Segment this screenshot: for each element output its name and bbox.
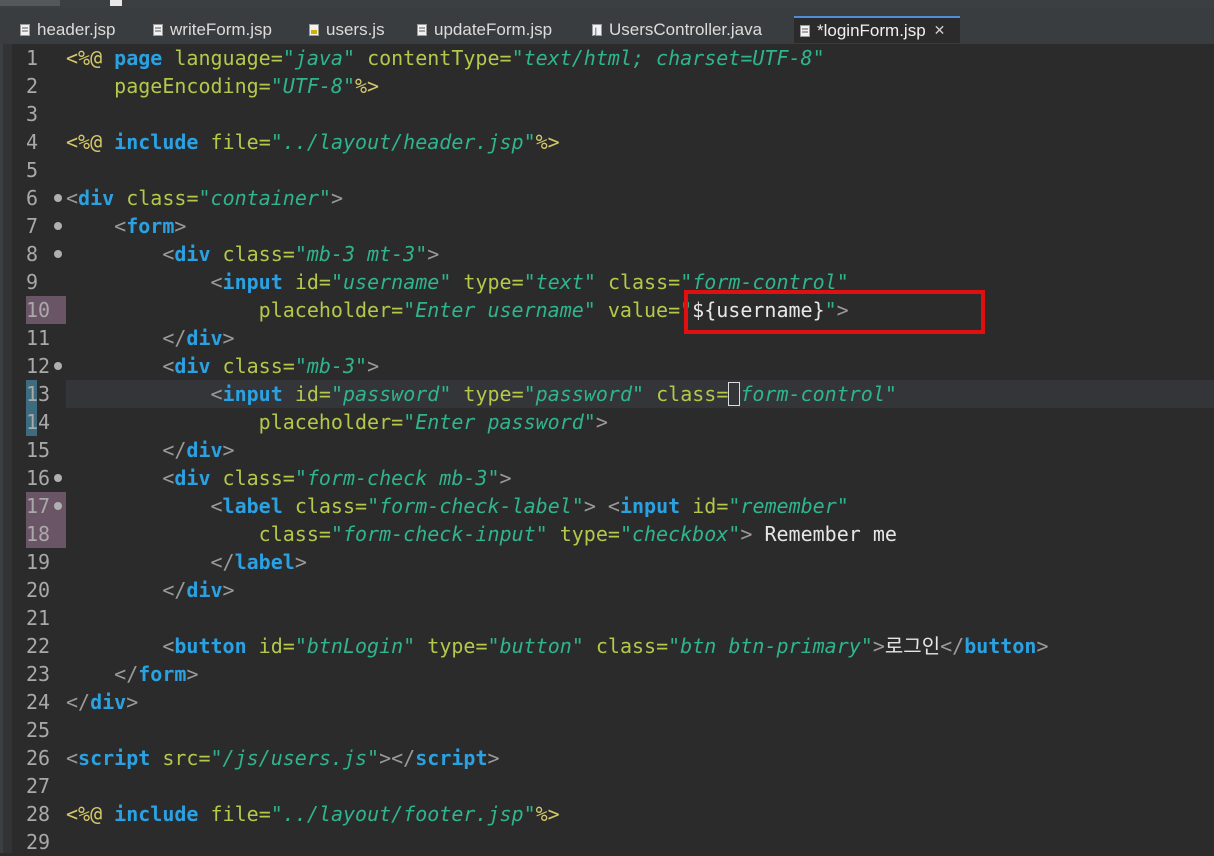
jsp-file-icon xyxy=(417,24,427,36)
code-editor[interactable]: <%@ page language="java" contentType="te… xyxy=(66,44,1214,853)
line-number: 28 xyxy=(26,802,51,826)
code-line-19: </label> xyxy=(210,550,307,574)
fold-toggle-icon[interactable] xyxy=(54,502,62,510)
code-line-24: </div> xyxy=(66,690,139,714)
tab-label: updateForm.jsp xyxy=(434,20,553,39)
toolbar-remnant xyxy=(0,0,60,6)
line-number: 3 xyxy=(26,102,39,126)
code-line-14: placeholder="Enter password"> xyxy=(258,410,608,434)
svg-text:J: J xyxy=(594,27,598,36)
tab-label: header.jsp xyxy=(37,20,116,39)
line-number: 18 xyxy=(26,520,66,548)
code-line-28: <%@ include file="../layout/footer.jsp"%… xyxy=(66,802,560,826)
line-number: 4 xyxy=(26,130,39,154)
line-number: 26 xyxy=(26,746,51,770)
line-number: 22 xyxy=(26,634,51,658)
code-line-16: <div class="form-check mb-3"> xyxy=(162,466,512,490)
line-number-gutter: 1 2 3 4 5 6 7 8 9 10 11 12 13 14 15 16 17 18 19 20 21 22 23 24 2… xyxy=(12,44,66,854)
tab-loginform-jsp[interactable]: *loginForm.jsp ✕ xyxy=(794,16,960,43)
code-line-26: <script src="/js/users.js"></script> xyxy=(66,746,500,770)
code-line-12: <div class="mb-3"> xyxy=(162,354,380,378)
line-number: 24 xyxy=(26,690,51,714)
line-number: 10 xyxy=(26,296,66,324)
fold-toggle-icon[interactable] xyxy=(54,474,62,482)
jsp-file-icon xyxy=(20,24,30,36)
fold-toggle-icon[interactable] xyxy=(54,194,62,202)
code-line-20: </div> xyxy=(162,578,235,602)
fold-toggle-icon[interactable] xyxy=(54,362,62,370)
line-number: 13 xyxy=(26,382,51,406)
line-number: 27 xyxy=(26,774,51,798)
code-line-4: <%@ include file="../layout/header.jsp"%… xyxy=(66,130,560,154)
tab-label: writeForm.jsp xyxy=(170,20,273,39)
tab-writeform-jsp[interactable]: writeForm.jsp xyxy=(153,16,272,44)
java-file-icon: J xyxy=(592,24,602,36)
fold-toggle-icon[interactable] xyxy=(54,250,62,258)
code-line-23: </form> xyxy=(114,662,199,686)
code-line-15: </div> xyxy=(162,438,235,462)
code-line-18: class="form-check-input" type="checkbox"… xyxy=(258,522,897,546)
text-cursor xyxy=(728,382,741,406)
line-number: 2 xyxy=(26,74,39,98)
code-line-11: </div> xyxy=(162,326,235,350)
line-number: 25 xyxy=(26,718,51,742)
toolbar-remnant-icon xyxy=(110,0,122,6)
tab-userscontroller-java[interactable]: J UsersController.java xyxy=(592,16,762,44)
code-line-7: <form> xyxy=(114,214,187,238)
tab-label: *loginForm.jsp xyxy=(817,20,926,40)
tab-label: users.js xyxy=(326,20,385,39)
close-tab-icon[interactable]: ✕ xyxy=(934,22,946,39)
line-number: 29 xyxy=(26,830,51,854)
line-number: 1 xyxy=(26,46,39,70)
line-number: 19 xyxy=(26,550,51,574)
jsp-file-icon xyxy=(800,24,810,37)
js-file-icon xyxy=(309,24,319,36)
highlight-annotation-box xyxy=(684,290,985,334)
line-number: 20 xyxy=(26,578,51,602)
window-top-strip xyxy=(0,0,1214,8)
jsp-file-icon xyxy=(153,24,163,36)
code-line-8: <div class="mb-3 mt-3"> xyxy=(162,242,440,266)
line-number: 23 xyxy=(26,662,51,686)
code-line-17: <label class="form-check-label"> <input … xyxy=(210,494,849,518)
code-line-13: <input id="password" type="password" cla… xyxy=(210,382,897,406)
editor-tab-bar: header.jsp writeForm.jsp users.js update… xyxy=(0,8,1214,44)
code-line-22: <button id="btnLogin" type="button" clas… xyxy=(162,634,1049,658)
line-number: 15 xyxy=(26,438,51,462)
line-number: 21 xyxy=(26,606,51,630)
line-number: 14 xyxy=(26,410,51,434)
code-line-1: <%@ page language="java" contentType="te… xyxy=(66,46,825,70)
fold-toggle-icon[interactable] xyxy=(54,222,62,230)
left-edge-panel xyxy=(0,44,12,853)
line-number: 11 xyxy=(26,326,51,350)
code-line-2: pageEncoding="UTF-8"%> xyxy=(114,74,380,98)
line-number: 5 xyxy=(26,158,39,182)
tab-label: UsersController.java xyxy=(609,20,763,39)
tab-header-jsp[interactable]: header.jsp xyxy=(20,16,115,44)
tab-users-js[interactable]: users.js xyxy=(309,16,385,44)
line-number: 9 xyxy=(26,270,39,294)
code-line-6: <div class="container"> xyxy=(66,186,343,210)
tab-updateform-jsp[interactable]: updateForm.jsp xyxy=(417,16,552,44)
